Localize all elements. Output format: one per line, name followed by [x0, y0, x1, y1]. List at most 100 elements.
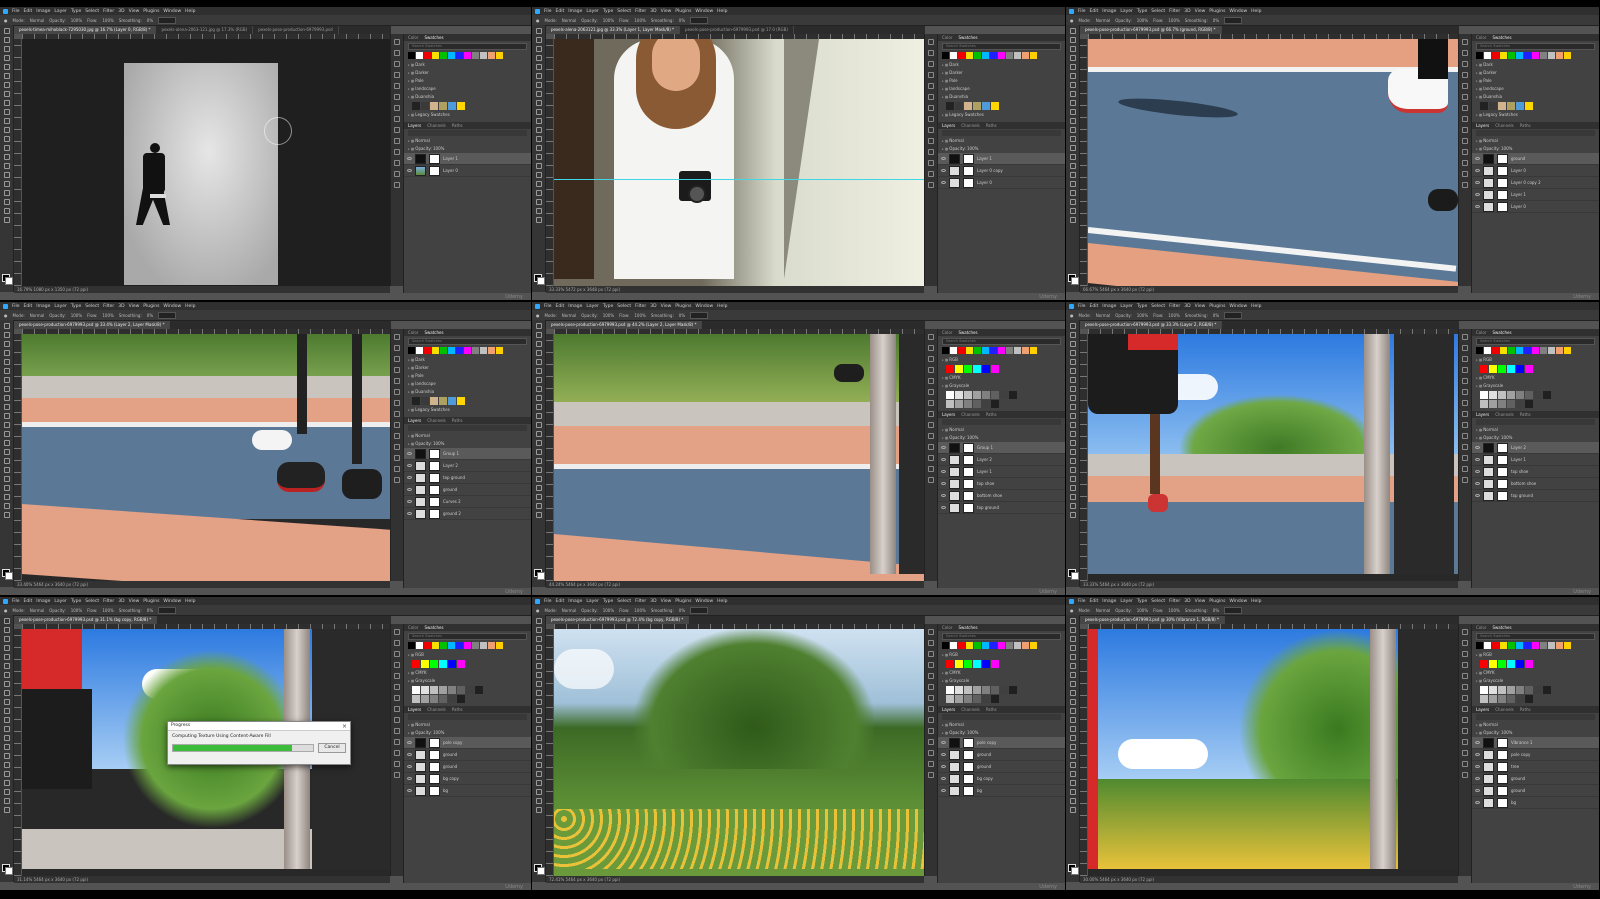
layer-filter-bar[interactable] — [408, 130, 527, 136]
option-field[interactable] — [690, 311, 709, 319]
swatch[interactable] — [955, 391, 963, 399]
panel-icon[interactable] — [928, 94, 934, 100]
swatch[interactable] — [973, 686, 981, 694]
swatch-folder[interactable]: RGB — [1472, 651, 1599, 659]
swatch[interactable] — [958, 347, 965, 354]
tool-icon[interactable] — [535, 735, 542, 741]
visibility-eye-icon[interactable] — [1475, 157, 1480, 160]
tool-icon[interactable] — [1069, 359, 1076, 365]
panel-icon[interactable] — [1462, 400, 1468, 406]
menu-item[interactable]: Layer — [586, 304, 599, 309]
tool-icon[interactable] — [1069, 55, 1076, 61]
swatch[interactable] — [432, 642, 439, 649]
brush-icon[interactable]: ● — [4, 18, 8, 23]
layer-row[interactable]: Curves 2 — [404, 496, 531, 508]
tool-icon[interactable] — [535, 37, 542, 43]
visibility-eye-icon[interactable] — [1475, 446, 1480, 449]
blend-mode-select[interactable]: Normal — [1472, 137, 1599, 145]
swatch[interactable] — [1507, 660, 1515, 668]
tool-icon[interactable] — [535, 645, 542, 651]
tool-icon[interactable] — [535, 118, 542, 124]
tool-icon[interactable] — [1069, 217, 1076, 223]
layer-row[interactable]: Layer 1 — [938, 466, 1065, 478]
menu-item[interactable]: Type — [71, 304, 81, 309]
tab-layers[interactable]: Layers — [408, 123, 421, 128]
tool-icon[interactable] — [1069, 127, 1076, 133]
tool-icon[interactable] — [1069, 663, 1076, 669]
menu-item[interactable]: Edit — [24, 599, 33, 604]
menu-item[interactable]: Image — [1102, 9, 1116, 14]
layer-row[interactable]: bottom shoe — [1472, 478, 1599, 490]
panel-icon[interactable] — [928, 455, 934, 461]
tool-icon[interactable] — [1069, 654, 1076, 660]
menu-item[interactable]: Filter — [103, 599, 114, 604]
swatch[interactable] — [416, 52, 423, 59]
tool-icon[interactable] — [1069, 627, 1076, 633]
tool-icon[interactable] — [3, 663, 10, 669]
visibility-eye-icon[interactable] — [941, 753, 946, 756]
swatch[interactable] — [456, 52, 463, 59]
menu-item[interactable]: Image — [568, 599, 582, 604]
layer-mask-thumbnail[interactable] — [963, 490, 974, 501]
panel-icon[interactable] — [1462, 367, 1468, 373]
panel-icon[interactable] — [1462, 673, 1468, 679]
swatch[interactable] — [1489, 102, 1497, 110]
menu-item[interactable]: File — [12, 304, 20, 309]
swatch[interactable] — [412, 397, 420, 405]
panel-icon[interactable] — [394, 477, 400, 483]
tool-icon[interactable] — [3, 431, 10, 437]
visibility-eye-icon[interactable] — [1475, 765, 1480, 768]
tab-paths[interactable]: Paths — [452, 707, 463, 712]
swatch-search-input[interactable]: Search Swatches — [942, 338, 1061, 345]
panel-icon[interactable] — [928, 72, 934, 78]
menu-item[interactable]: Image — [1102, 599, 1116, 604]
menu-item[interactable]: Layer — [1120, 304, 1133, 309]
panel-icon[interactable] — [394, 138, 400, 144]
document-canvas[interactable] — [1088, 334, 1458, 581]
swatch[interactable] — [973, 695, 981, 703]
panel-icon[interactable] — [928, 477, 934, 483]
swatch[interactable] — [991, 695, 999, 703]
tool-icon[interactable] — [3, 323, 10, 329]
swatch[interactable] — [1500, 52, 1507, 59]
tool-icon[interactable] — [535, 771, 542, 777]
tool-icon[interactable] — [535, 91, 542, 97]
swatch[interactable] — [472, 642, 479, 649]
blend-mode-select[interactable]: Normal — [938, 721, 1065, 729]
swatch[interactable] — [1489, 686, 1497, 694]
panel-icon[interactable] — [394, 433, 400, 439]
menu-item[interactable]: Plugins — [675, 9, 691, 14]
menu-item[interactable]: Edit — [556, 599, 565, 604]
document-tab[interactable]: pexels-pose-production-6979993.psd @ 72.… — [546, 616, 690, 624]
tool-icon[interactable] — [1069, 341, 1076, 347]
panel-icon[interactable] — [394, 127, 400, 133]
panel-icon[interactable] — [394, 345, 400, 351]
panel-icon[interactable] — [928, 706, 934, 712]
tool-icon[interactable] — [535, 100, 542, 106]
menu-item[interactable]: View — [129, 9, 140, 14]
panel-icon[interactable] — [928, 684, 934, 690]
tool-icon[interactable] — [535, 717, 542, 723]
swatch[interactable] — [990, 347, 997, 354]
menu-item[interactable]: Help — [185, 599, 195, 604]
tab-layers[interactable]: Layers — [1476, 123, 1489, 128]
document-tab[interactable]: pexels-pose-production-6979993.psd @ 17.… — [680, 26, 794, 34]
layer-mask-thumbnail[interactable] — [1497, 749, 1508, 760]
swatch-search-input[interactable]: Search Swatches — [408, 338, 527, 345]
tab-color[interactable]: Color — [1476, 35, 1486, 40]
menu-item[interactable]: File — [1078, 304, 1086, 309]
layer-row[interactable]: Layer 0 — [1472, 165, 1599, 177]
layer-row[interactable]: Layer 2 — [404, 460, 531, 472]
swatch-folder[interactable]: landscape — [404, 380, 531, 388]
opacity-field[interactable]: Opacity: 100% — [1472, 145, 1599, 153]
menu-item[interactable]: Plugins — [143, 9, 159, 14]
panel-icon[interactable] — [394, 94, 400, 100]
menu-item[interactable]: Filter — [1169, 304, 1180, 309]
panel-icon[interactable] — [394, 750, 400, 756]
swatch[interactable] — [1548, 642, 1555, 649]
swatch[interactable] — [973, 365, 981, 373]
panel-icon[interactable] — [928, 389, 934, 395]
menu-item[interactable]: Help — [717, 599, 727, 604]
swatch-folder[interactable]: Grayscale — [938, 677, 1065, 685]
tool-icon[interactable] — [535, 672, 542, 678]
